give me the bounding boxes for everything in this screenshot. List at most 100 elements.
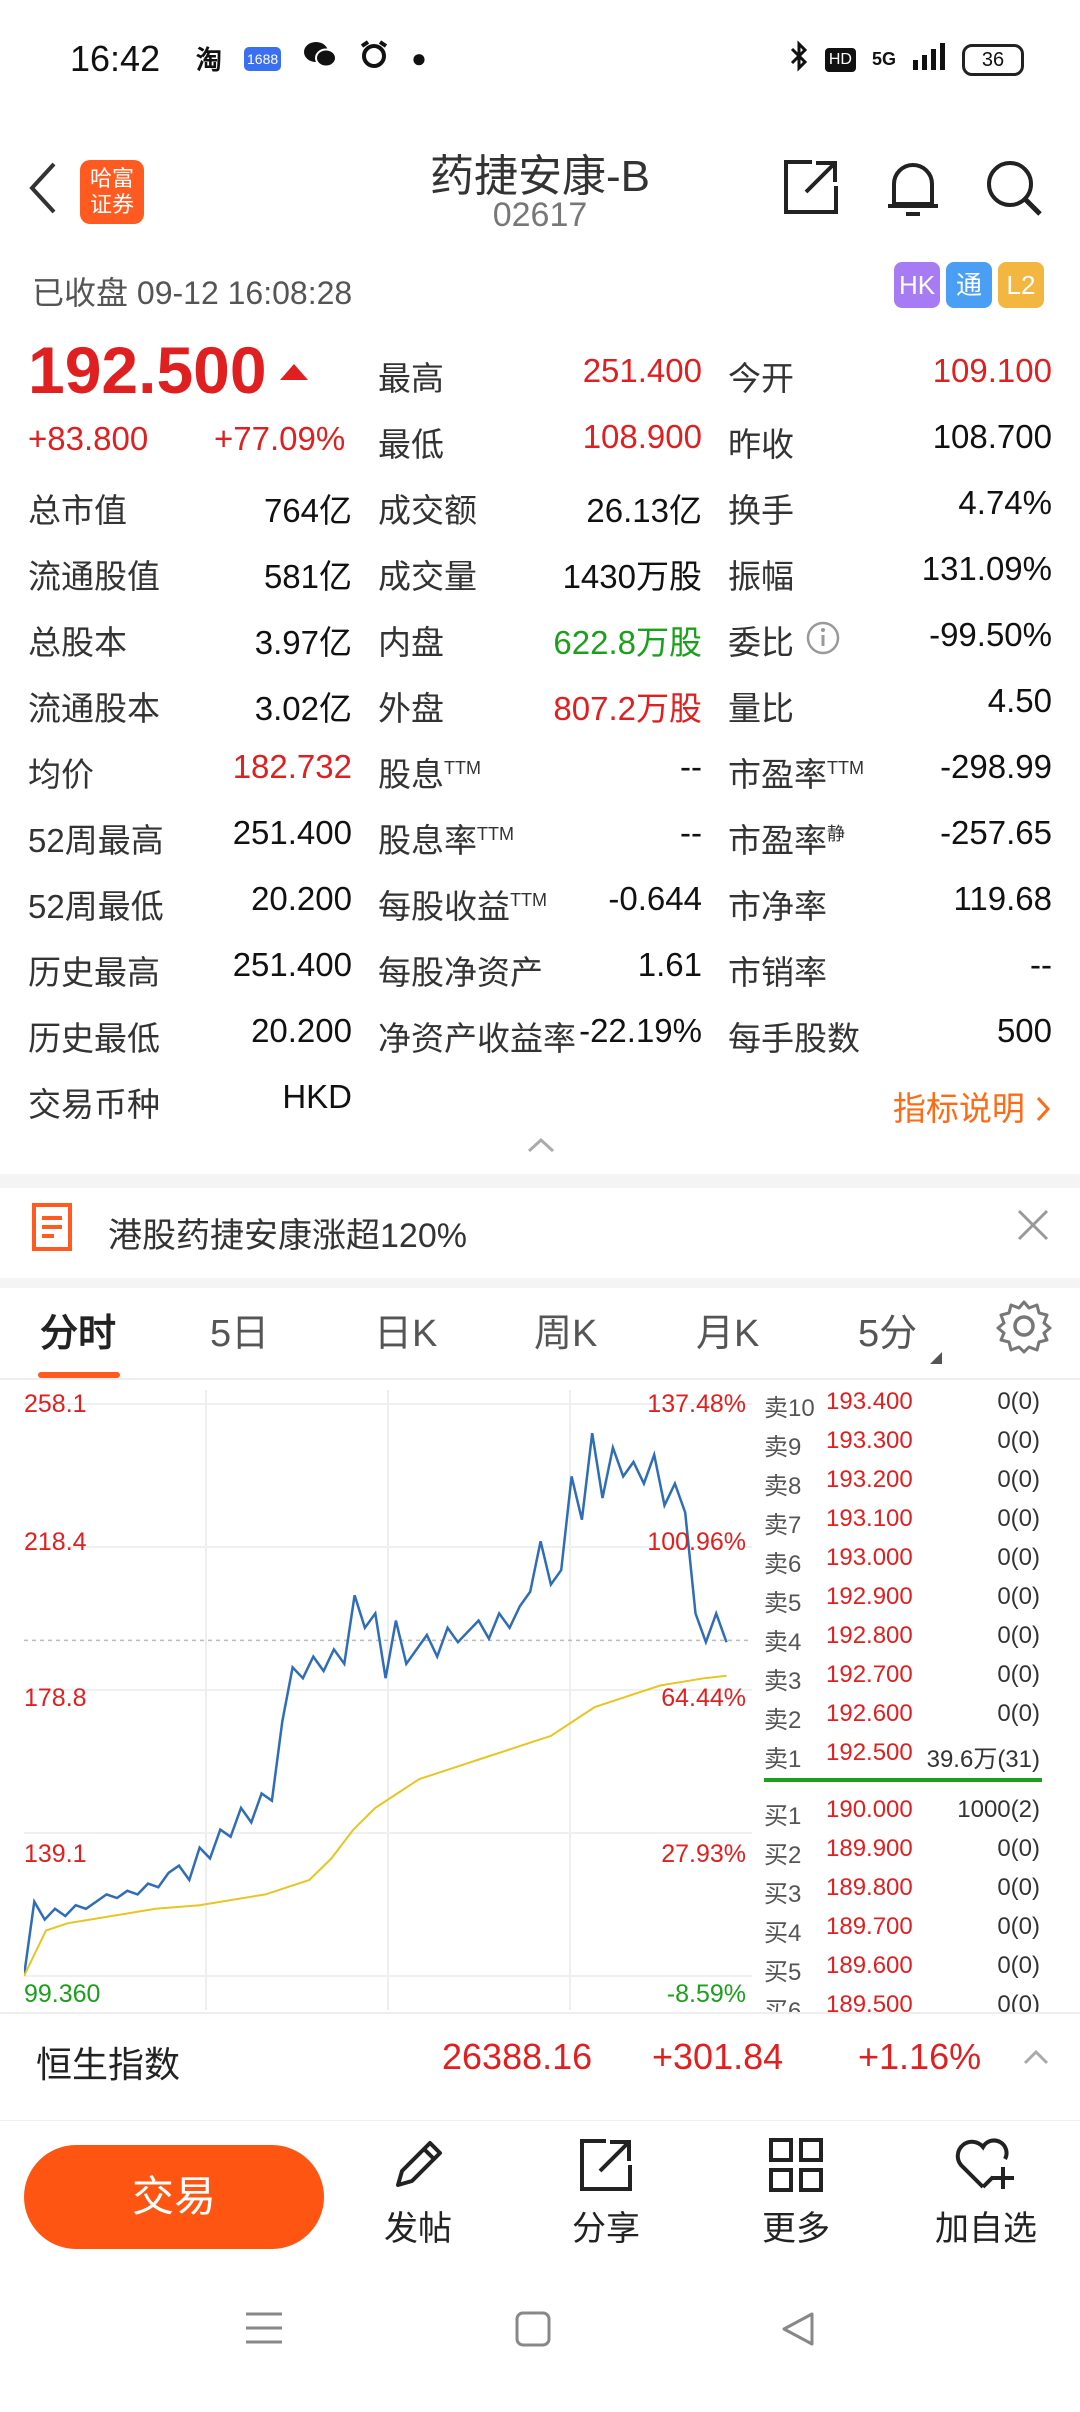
stock-header: 哈富 证券 药捷安康-B 02617: [0, 130, 1080, 250]
quote-value: 119.68: [953, 880, 1052, 917]
quote-value: 20.200: [251, 1012, 352, 1049]
ob-price: 192.900: [826, 1583, 913, 1610]
bottom-nav: 交易 发帖 分享 更多 加自选: [0, 2120, 1080, 2281]
y-tick-left: 178.8: [24, 1684, 87, 1712]
ob-qty: 0(0): [997, 1466, 1040, 1493]
tab-5day[interactable]: 5日: [210, 1302, 269, 1357]
ob-price: 193.000: [826, 1544, 913, 1571]
share-button[interactable]: 分享: [536, 2135, 676, 2250]
dropdown-corner-icon: [929, 1352, 942, 1364]
quote-label: 今开: [728, 360, 794, 397]
index-change-pct: +1.16%: [858, 2036, 982, 2077]
ob-price: 190.000: [826, 1796, 913, 1823]
ob-qty: 39.6万(31): [926, 1746, 1040, 1773]
bid-row: 买5 189.600 0(0): [764, 1952, 1044, 1990]
y-tick-right: 100.96%: [647, 1528, 746, 1556]
ob-qty: 0(0): [997, 1913, 1040, 1940]
quote-label: 流通股值: [28, 558, 160, 595]
status-time: 16:42: [70, 38, 161, 79]
hk-badge[interactable]: HK: [894, 262, 940, 308]
market-status: 已收盘 09-12 16:08:28: [32, 275, 353, 311]
collapse-icon[interactable]: [526, 1136, 556, 1159]
market-badges: HK 通 L2: [894, 262, 1044, 308]
quote-value: 764亿: [263, 492, 352, 529]
tab-daily-k[interactable]: 日K: [374, 1302, 437, 1357]
intraday-chart[interactable]: [24, 1390, 752, 2010]
gear-icon[interactable]: [996, 1298, 1052, 1359]
ob-level-label: 卖6: [764, 1551, 802, 1578]
connect-badge[interactable]: 通: [946, 262, 992, 308]
quote-label: 历史最低: [28, 1020, 160, 1057]
menu-icon[interactable]: [244, 2310, 284, 2351]
price-change: +83.800: [28, 420, 149, 457]
ob-level-label: 卖1: [764, 1746, 802, 1773]
back-nav-icon[interactable]: [780, 2310, 816, 2353]
quote-value: 251.400: [232, 814, 352, 851]
search-icon[interactable]: [984, 158, 1044, 223]
quote-value: 251.400: [582, 352, 702, 389]
ob-level-label: 卖2: [764, 1707, 802, 1734]
quote-label: 股息TTM: [378, 756, 481, 793]
ob-qty: 0(0): [997, 1874, 1040, 1901]
ob-qty: 1000(2): [957, 1796, 1040, 1823]
y-tick-left: 139.1: [24, 1840, 87, 1868]
y-tick-right: -8.59%: [666, 1980, 746, 2008]
index-name[interactable]: 恒生指数: [36, 2036, 180, 2088]
home-icon[interactable]: [514, 2310, 552, 2353]
quote-value: 1430万股: [562, 558, 702, 595]
quote-label: 流通股本: [28, 690, 160, 727]
signal-icon: [912, 42, 946, 77]
tab-intraday[interactable]: 分时: [40, 1302, 116, 1357]
bid-row: 买1 190.000 1000(2): [764, 1796, 1044, 1834]
indicator-explain-link[interactable]: 指标说明: [893, 1082, 1052, 1130]
quote-value: 182.732: [232, 748, 352, 785]
quote-value: 108.700: [932, 418, 1052, 455]
quote-label: 净资产收益率: [378, 1020, 576, 1057]
more-button[interactable]: 更多: [726, 2135, 866, 2250]
tab-5min[interactable]: 5分: [858, 1302, 942, 1364]
ob-qty: 0(0): [997, 1388, 1040, 1415]
quote-label: 成交量: [378, 558, 477, 595]
dot-icon: ●: [411, 43, 427, 73]
ob-price: 189.800: [826, 1874, 913, 1901]
y-tick-right: 137.48%: [647, 1390, 746, 1418]
index-value: 26388.16: [442, 2036, 593, 2077]
hd-icon: HD: [824, 47, 856, 72]
add-watchlist-button[interactable]: 加自选: [916, 2135, 1056, 2250]
ob-qty: 0(0): [997, 1991, 1040, 2012]
quote-value: 251.400: [232, 946, 352, 983]
quote-label: 历史最高: [28, 954, 160, 991]
quote-label: 均价: [28, 756, 94, 793]
quote-value: --: [680, 748, 702, 785]
quote-label: 交易币种: [28, 1086, 160, 1123]
trade-button[interactable]: 交易: [24, 2145, 324, 2249]
ob-qty: 0(0): [997, 1835, 1040, 1862]
quote-label: 每手股数: [728, 1020, 860, 1057]
close-icon[interactable]: [1016, 1208, 1050, 1247]
post-button[interactable]: 发帖: [348, 2135, 488, 2250]
news-banner[interactable]: 港股药捷安康涨超120%: [0, 1188, 1080, 1278]
tab-weekly-k[interactable]: 周K: [534, 1302, 597, 1357]
bid-row: 买2 189.900 0(0): [764, 1835, 1044, 1873]
info-icon[interactable]: [805, 620, 841, 661]
expand-up-icon[interactable]: [1022, 2048, 1050, 2071]
quote-value: 581亿: [263, 558, 352, 595]
bid-row: 买4 189.700 0(0): [764, 1913, 1044, 1951]
y-tick-left: 258.1: [24, 1390, 87, 1418]
ob-price: 189.700: [826, 1913, 913, 1940]
grid-icon: [769, 2138, 823, 2192]
quote-value: --: [1030, 946, 1052, 983]
quote-label: 最高: [378, 360, 444, 397]
network-label: 5G: [871, 49, 896, 69]
l2-badge[interactable]: L2: [998, 262, 1044, 308]
ob-level-label: 卖4: [764, 1629, 802, 1656]
ob-level-label: 卖9: [764, 1434, 802, 1461]
ob-level-label: 买3: [764, 1881, 802, 1908]
tab-monthly-k[interactable]: 月K: [696, 1302, 759, 1357]
quote-label: 市盈率静: [728, 822, 845, 859]
bell-icon[interactable]: [884, 158, 942, 225]
bid-row: 买3 189.800 0(0): [764, 1874, 1044, 1912]
ob-price: 192.700: [826, 1661, 913, 1688]
external-link-icon[interactable]: [782, 158, 840, 221]
ob-price: 192.600: [826, 1700, 913, 1727]
